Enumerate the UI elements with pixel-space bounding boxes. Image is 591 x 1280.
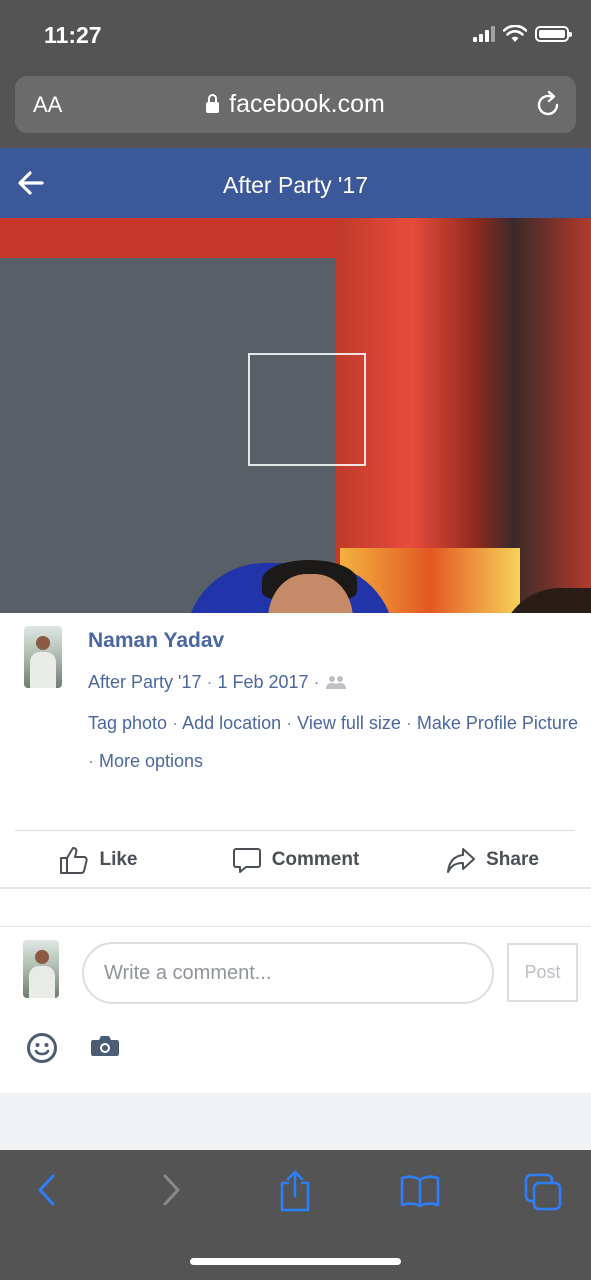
- divider: [0, 926, 591, 927]
- post-actions: Like Comment Share: [0, 832, 591, 888]
- post-comment-button[interactable]: Post: [507, 943, 578, 1002]
- share-label: Share: [486, 849, 539, 870]
- more-options-link[interactable]: More options: [99, 751, 203, 771]
- url-display[interactable]: facebook.com: [15, 90, 576, 119]
- tabs-icon[interactable]: [523, 1172, 563, 1212]
- divider: [15, 830, 575, 831]
- status-bar: 11:27: [0, 0, 591, 70]
- home-indicator: [190, 1258, 401, 1265]
- friends-icon: [325, 676, 346, 689]
- back-chevron-icon[interactable]: [34, 1170, 60, 1210]
- share-button[interactable]: Share: [394, 832, 591, 888]
- divider: [0, 887, 591, 889]
- comment-button[interactable]: Comment: [197, 832, 394, 888]
- post-meta: After Party '17 · 1 Feb 2017 ·: [88, 672, 347, 693]
- status-icons: [473, 25, 572, 43]
- page-header: After Party '17: [0, 148, 591, 218]
- reload-icon[interactable]: [536, 90, 562, 118]
- share-icon[interactable]: [278, 1170, 312, 1212]
- author-avatar[interactable]: [24, 626, 62, 688]
- make-profile-picture-link[interactable]: Make Profile Picture: [417, 713, 578, 733]
- tag-photo-link[interactable]: Tag photo: [88, 713, 167, 733]
- cellular-signal-icon: [473, 26, 495, 42]
- domain-text: facebook.com: [229, 90, 385, 118]
- camera-icon[interactable]: [90, 1034, 120, 1058]
- comment-label: Comment: [271, 849, 360, 870]
- battery-icon: [535, 26, 572, 42]
- like-label: Like: [99, 849, 138, 870]
- status-time: 11:27: [44, 22, 102, 48]
- author-name[interactable]: Naman Yadav: [88, 629, 224, 653]
- page-background-band: [0, 1093, 591, 1150]
- page-title: After Party '17: [222, 172, 368, 198]
- address-bar[interactable]: AA facebook.com: [15, 76, 576, 133]
- post-date[interactable]: 1 Feb 2017: [218, 672, 309, 692]
- album-link[interactable]: After Party '17: [88, 672, 201, 692]
- user-avatar[interactable]: [23, 940, 59, 998]
- view-full-size-link[interactable]: View full size: [297, 713, 401, 733]
- photo-options: Tag photo · Add location · View full siz…: [88, 713, 578, 771]
- share-arrow-icon: [447, 848, 476, 873]
- wifi-icon: [503, 25, 527, 42]
- face-tag-box[interactable]: [248, 353, 366, 466]
- forward-chevron-icon[interactable]: [158, 1170, 184, 1210]
- like-button[interactable]: Like: [0, 832, 197, 888]
- add-location-link[interactable]: Add location: [182, 713, 281, 733]
- comment-input-wrapper[interactable]: [82, 942, 494, 1004]
- comment-input[interactable]: [84, 944, 492, 1002]
- bookmarks-icon[interactable]: [400, 1174, 440, 1208]
- lock-icon: [206, 94, 220, 113]
- comment-bubble-icon: [232, 848, 261, 873]
- browser-toolbar: [0, 1150, 591, 1280]
- thumbs-up-icon: [60, 847, 89, 874]
- emoji-icon[interactable]: [26, 1032, 58, 1064]
- post-photo[interactable]: [0, 218, 591, 613]
- browser-address-area: AA facebook.com: [0, 70, 591, 148]
